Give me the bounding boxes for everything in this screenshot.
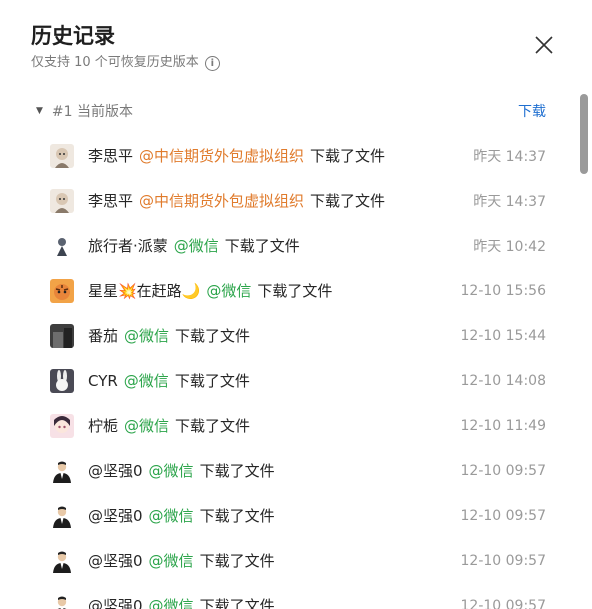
history-panel: 历史记录 仅支持 10 个可恢复历史版本 i ▼ #1 当前版本 下载 李思平 @… [0,0,592,609]
record-row[interactable]: 李思平 @中信期货外包虚拟组织 下载了文件 昨天 14:37 [50,178,546,223]
org-mention[interactable]: @微信 [149,507,194,525]
timestamp: 12-10 14:08 [460,372,546,389]
record-text: 旅行者·派蒙 @微信 下载了文件 [88,235,473,256]
record-text: @坚强0 @微信 下载了文件 [88,595,461,609]
record-text: @坚强0 @微信 下载了文件 [88,550,461,571]
record-text: CYR @微信 下载了文件 [88,370,461,391]
timestamp: 12-10 09:57 [460,462,546,479]
record-text: 柠栀 @微信 下载了文件 [88,415,461,436]
caret-down-icon[interactable]: ▼ [36,106,43,116]
record-row[interactable]: 星星💥在赶路🌙 @微信 下载了文件 12-10 15:56 [50,268,546,313]
avatar [50,323,74,348]
action-text: 下载了文件 [224,237,300,255]
org-mention[interactable]: @微信 [124,417,169,435]
user-name: @坚强0 [88,552,143,570]
timestamp: 昨天 10:42 [473,238,546,255]
org-mention[interactable]: @微信 [149,462,194,480]
download-button[interactable]: 下载 [518,101,546,121]
scrollbar[interactable] [580,94,588,174]
subtitle-text: 仅支持 10 个可恢复历史版本 [31,55,199,70]
action-text: 下载了文件 [199,462,275,480]
user-name: CYR [88,372,118,390]
record-text: 李思平 @中信期货外包虚拟组织 下载了文件 [88,145,473,166]
close-icon[interactable] [534,35,554,55]
action-text: 下载了文件 [175,327,251,345]
record-row[interactable]: 李思平 @中信期货外包虚拟组织 下载了文件 昨天 14:37 [50,133,546,178]
record-text: 番茄 @微信 下载了文件 [88,325,461,346]
panel-subtitle: 仅支持 10 个可恢复历史版本 i [31,54,220,72]
timestamp: 12-10 09:57 [460,597,546,609]
user-name: @坚强0 [88,462,143,480]
header: 历史记录 仅支持 10 个可恢复历史版本 i [31,22,220,72]
org-mention[interactable]: @中信期货外包虚拟组织 [139,147,304,165]
action-text: 下载了文件 [199,507,275,525]
panel-title: 历史记录 [31,24,115,48]
org-mention[interactable]: @微信 [149,552,194,570]
timestamp: 12-10 15:44 [460,327,546,344]
action-text: 下载了文件 [175,417,251,435]
user-name: 李思平 [88,192,134,210]
timestamp: 12-10 09:57 [460,552,546,569]
record-row[interactable]: 柠栀 @微信 下载了文件 12-10 11:49 [50,403,546,448]
org-mention[interactable]: @微信 [206,282,251,300]
record-row[interactable]: @坚强0 @微信 下载了文件 12-10 09:57 [50,538,546,583]
user-name: 李思平 [88,147,134,165]
org-mention[interactable]: @微信 [174,237,219,255]
user-name: 星星💥在赶路🌙 [88,282,201,300]
avatar [50,503,74,528]
user-name: @坚强0 [88,507,143,525]
record-text: 星星💥在赶路🌙 @微信 下载了文件 [88,280,461,301]
avatar [50,458,74,483]
user-name: @坚强0 [88,597,143,609]
avatar [50,143,74,168]
record-row[interactable]: @坚强0 @微信 下载了文件 12-10 09:57 [50,448,546,493]
record-row[interactable]: @坚强0 @微信 下载了文件 12-10 09:57 [50,493,546,538]
record-row[interactable]: CYR @微信 下载了文件 12-10 14:08 [50,358,546,403]
user-name: 番茄 [88,327,119,345]
org-mention[interactable]: @微信 [149,597,194,609]
action-text: 下载了文件 [310,192,386,210]
timestamp: 昨天 14:37 [473,193,546,210]
avatar [50,233,74,258]
record-text: @坚强0 @微信 下载了文件 [88,505,461,526]
record-list: 李思平 @中信期货外包虚拟组织 下载了文件 昨天 14:37 李思平 @中信期货外包虚拟组… [50,133,546,609]
timestamp: 12-10 11:49 [460,417,546,434]
version-row[interactable]: ▼ #1 当前版本 下载 [36,100,546,122]
user-name: 旅行者·派蒙 [88,237,168,255]
record-row[interactable]: @坚强0 @微信 下载了文件 12-10 09:57 [50,583,546,609]
user-name: 柠栀 [88,417,119,435]
action-text: 下载了文件 [257,282,333,300]
avatar [50,593,74,609]
timestamp: 12-10 09:57 [460,507,546,524]
avatar [50,413,74,438]
record-row[interactable]: 番茄 @微信 下载了文件 12-10 15:44 [50,313,546,358]
action-text: 下载了文件 [199,552,275,570]
timestamp: 12-10 15:56 [460,282,546,299]
org-mention[interactable]: @微信 [124,327,169,345]
timestamp: 昨天 14:37 [473,148,546,165]
record-text: @坚强0 @微信 下载了文件 [88,460,461,481]
org-mention[interactable]: @中信期货外包虚拟组织 [139,192,304,210]
avatar [50,548,74,573]
avatar [50,188,74,213]
record-row[interactable]: 旅行者·派蒙 @微信 下载了文件 昨天 10:42 [50,223,546,268]
version-label: #1 当前版本 [51,104,134,120]
org-mention[interactable]: @微信 [124,372,169,390]
avatar [50,368,74,393]
action-text: 下载了文件 [199,597,275,609]
action-text: 下载了文件 [310,147,386,165]
avatar [50,278,74,303]
action-text: 下载了文件 [174,372,250,390]
record-text: 李思平 @中信期货外包虚拟组织 下载了文件 [88,190,473,211]
info-icon[interactable]: i [204,55,220,71]
